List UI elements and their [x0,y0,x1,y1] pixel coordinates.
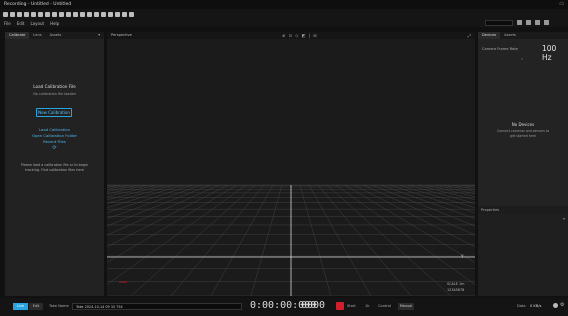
menu-layout[interactable]: Layout [30,21,44,26]
settings-icon[interactable] [24,11,29,17]
refresh-icon[interactable]: ⟳ [5,145,104,151]
no-devices-title: No Devices [511,122,535,127]
tab-devices[interactable]: Devices [478,32,501,39]
menu-file[interactable]: File [4,21,11,26]
tab-right-assets[interactable]: Assets [500,32,520,39]
properties-panel: ▾ [478,214,568,296]
edit-mode-button[interactable]: Edit [29,303,43,310]
title-bar: Recording - Untitled - Untitled ▭ [0,0,568,9]
calibration-subheading: No calibration file loaded [33,92,76,96]
viewport-info-bottom: 12345678 [447,288,465,292]
ground-grid [107,32,475,296]
open-calibration-folder-link[interactable]: Open Calibration Folder [5,133,104,138]
control-mode-select[interactable]: Manual [398,303,414,310]
camera-view-icon[interactable] [544,20,549,25]
data-rate-value: 0 KB/s [530,304,542,308]
calibration-panel: Load Calibration File No calibration fil… [5,32,104,296]
3d-viewport[interactable]: SCALE 1m 12345678 Y [107,32,475,296]
data-rate-label: Data [517,304,526,308]
new-icon[interactable] [3,11,8,17]
layout-grid-icon[interactable] [517,20,522,25]
calibration-heading: Load Calibration File [33,84,76,89]
record-icon[interactable] [101,11,106,17]
load-calibration-link[interactable]: Load Calibration [5,127,104,132]
no-devices-desc-2: get started here [510,134,536,138]
count-value: 1k [365,304,370,308]
grid-icon[interactable] [31,11,36,17]
sync-icon[interactable] [115,11,120,17]
live-mode-button[interactable]: Live [13,303,28,310]
hint-line-1: Please load a calibration file or to beg… [20,163,89,167]
menu-help[interactable]: Help [50,21,59,26]
viewport-mode-label[interactable]: Perspective [111,33,132,37]
search-input[interactable] [485,20,513,26]
record-button[interactable] [336,302,344,310]
tab-lens[interactable]: Lens [29,32,45,39]
viewport-controls[interactable]: ⊕ ⊡ ◇ ◩ | ⊞ [282,33,318,38]
frame-rate-value[interactable]: 100 Hz [542,44,568,62]
panel-menu-icon[interactable]: ▾ [94,32,104,39]
tab-calibrate[interactable]: Calibrate [5,32,30,39]
take-name-label: Take Name [49,304,69,308]
no-devices-desc-1: Connect cameras and sensors to [496,129,550,133]
menu-bar: File Edit Layout Help [0,19,568,27]
frame-rate-label: Camera Frame Rate [482,47,518,51]
recent-files-link[interactable]: Recent Files [5,139,104,144]
toolbar [0,9,568,19]
viewport-header: Perspective ⊕ ⊡ ◇ ◩ | ⊞ ⤢ [107,32,475,39]
window-controls[interactable]: ▭ [559,1,564,7]
panel-icon[interactable] [526,20,531,25]
window-title: Recording - Untitled - Untitled [4,2,72,7]
hint-line-2: tracking. Find calibration files here [25,168,84,172]
export-icon[interactable] [108,11,113,17]
record-state: Start [347,304,356,308]
layout-icon[interactable] [38,11,43,17]
chart-icon[interactable] [66,11,71,17]
info-icon[interactable] [129,11,134,17]
menu-edit[interactable]: Edit [17,21,25,26]
scale-icon[interactable] [87,11,92,17]
viewport-info-top: SCALE 1m [447,282,465,286]
axis-label: Y [461,254,464,259]
tab-assets[interactable]: Assets [46,32,66,39]
take-name-input[interactable]: Take 2024-10-14 09 33 754 [72,303,242,310]
open-icon[interactable] [10,11,15,17]
devices-panel: Camera Frame Rate 100 Hz ▿ No Devices Co… [478,32,568,206]
status-indicator-icon[interactable] [553,303,558,308]
properties-menu-icon[interactable]: ▾ [563,216,565,221]
settings-gear-icon[interactable]: ⚙ [560,302,564,308]
wand-icon[interactable] [59,11,64,17]
camera-icon[interactable] [45,11,50,17]
frame-rate-dropdown-icon[interactable]: ▿ [521,56,523,61]
frame-counter: 0000 [301,300,326,311]
target-icon[interactable] [52,11,57,17]
user-icon[interactable] [73,11,78,17]
control-label: Control [378,304,391,308]
split-icon[interactable] [535,20,540,25]
edit-icon[interactable] [94,11,99,17]
left-panel-tabs: Calibrate Lens Assets ▾ [5,32,104,39]
right-panel-tabs: Devices Assets [478,32,568,39]
properties-header[interactable]: Properties [478,206,568,214]
maximize-icon[interactable]: ⤢ [468,33,471,38]
new-calibration-button[interactable]: New Calibration [36,108,72,117]
save-icon[interactable] [17,11,22,17]
add-icon[interactable] [122,11,127,17]
link-icon[interactable] [80,11,85,17]
